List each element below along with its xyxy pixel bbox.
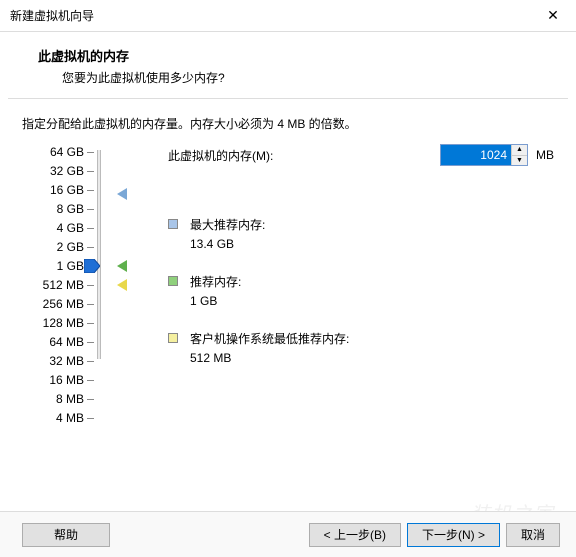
min-rec-row: 客户机操作系统最低推荐内存: (168, 330, 554, 347)
help-button[interactable]: 帮助 (22, 523, 110, 547)
wizard-header: 此虚拟机的内存 您要为此虚拟机使用多少内存? (0, 32, 576, 98)
scale-track[interactable] (97, 150, 101, 359)
scale-label: 8 GB (57, 202, 84, 216)
square-lblue-icon (168, 219, 178, 229)
scale-label: 8 MB (56, 392, 84, 406)
memory-label: 此虚拟机的内存(M): (168, 147, 440, 164)
next-button[interactable]: 下一步(N) > (407, 523, 500, 547)
max-rec-row: 最大推荐内存: (168, 216, 554, 233)
scale-label: 4 MB (56, 411, 84, 425)
cancel-button[interactable]: 取消 (506, 523, 560, 547)
memory-unit: MB (536, 148, 554, 162)
footer: 帮助 < 上一步(B) 下一步(N) > 取消 (0, 511, 576, 557)
scale-label: 1 GB (57, 259, 84, 273)
max-rec-label: 最大推荐内存: (190, 216, 265, 233)
slider-handle[interactable] (84, 259, 100, 273)
rec-value: 1 GB (168, 294, 554, 308)
scale-label: 256 MB (43, 297, 84, 311)
scale-label: 32 GB (50, 164, 84, 178)
header-subtitle: 您要为此虚拟机使用多少内存? (38, 69, 554, 86)
scale-label: 4 GB (57, 221, 84, 235)
back-button[interactable]: < 上一步(B) (309, 523, 401, 547)
scale-label: 32 MB (49, 354, 84, 368)
spinner-down-icon[interactable]: ▼ (512, 156, 527, 166)
instruction-text: 指定分配给此虚拟机的内存量。内存大小必须为 4 MB 的倍数。 (0, 99, 576, 140)
memory-input[interactable] (441, 145, 511, 165)
max-rec-value: 13.4 GB (168, 237, 554, 251)
scale-label: 16 MB (49, 373, 84, 387)
scale-label: 64 GB (50, 145, 84, 159)
window-title: 新建虚拟机向导 (10, 7, 530, 24)
min-rec-value: 512 MB (168, 351, 554, 365)
scale-label: 64 MB (49, 335, 84, 349)
scale-label: 128 MB (43, 316, 84, 330)
square-yellow-icon (168, 333, 178, 343)
close-icon[interactable]: ✕ (530, 0, 576, 32)
min-rec-label: 客户机操作系统最低推荐内存: (190, 330, 349, 347)
titlebar: 新建虚拟机向导 ✕ (0, 0, 576, 32)
memory-scale: 64 GB 32 GB 16 GB 8 GB 4 GB 2 GB 1 GB 512 MB 256… (22, 144, 122, 365)
memory-spinner[interactable]: ▲ ▼ (440, 144, 528, 166)
square-green-icon (168, 276, 178, 286)
rec-label: 推荐内存: (190, 273, 241, 290)
spinner-arrows[interactable]: ▲ ▼ (511, 145, 527, 165)
scale-label: 2 GB (57, 240, 84, 254)
scale-label: 16 GB (50, 183, 84, 197)
memory-row: 此虚拟机的内存(M): ▲ ▼ MB (168, 144, 554, 166)
rec-row: 推荐内存: (168, 273, 554, 290)
scale-label: 512 MB (43, 278, 84, 292)
spinner-up-icon[interactable]: ▲ (512, 145, 527, 156)
header-title: 此虚拟机的内存 (38, 46, 554, 65)
